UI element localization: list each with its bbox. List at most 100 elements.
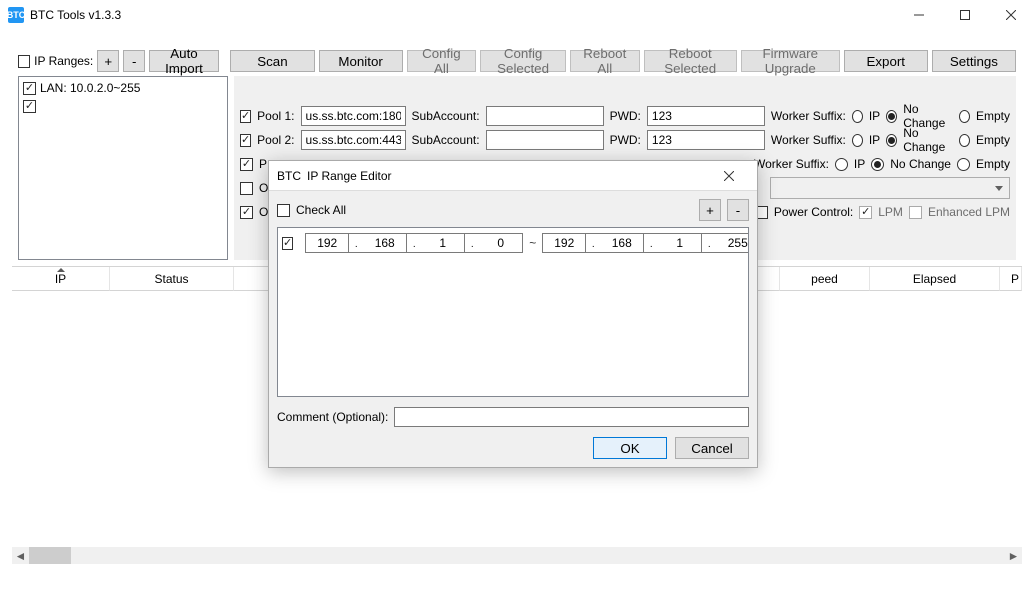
scroll-thumb[interactable] xyxy=(29,547,71,564)
range-separator: ~ xyxy=(529,236,536,250)
col-speed[interactable]: peed xyxy=(780,267,870,291)
pool1-checkbox[interactable] xyxy=(240,110,251,123)
auto-import-button[interactable]: Auto Import xyxy=(149,50,218,72)
col-status[interactable]: Status xyxy=(110,267,234,291)
ip-ranges-checkbox[interactable] xyxy=(18,55,30,68)
config-selected-button[interactable]: Config Selected xyxy=(480,50,566,72)
pool1-suffix-nochange-radio[interactable] xyxy=(886,110,897,123)
ip-range-checkbox[interactable] xyxy=(23,82,36,95)
scan-button[interactable]: Scan xyxy=(230,50,314,72)
range-list[interactable]: . . . ~ . . . xyxy=(277,227,749,397)
app-icon: BTC xyxy=(8,7,24,23)
pool1-url-input[interactable] xyxy=(301,106,406,126)
ip-ranges-label: IP Ranges: xyxy=(34,54,93,68)
ip-to-octet2[interactable] xyxy=(600,233,644,253)
app-title: BTC Tools v1.3.3 xyxy=(30,8,896,22)
chevron-down-icon xyxy=(995,186,1003,191)
dialog-toolbar: Check All + - xyxy=(277,199,749,221)
power-control-label: Power Control: xyxy=(774,205,853,219)
pool3-suffix-ip-radio[interactable] xyxy=(835,158,848,171)
reboot-all-button[interactable]: Reboot All xyxy=(570,50,639,72)
pool3-checkbox[interactable] xyxy=(240,158,253,171)
pool1-pwd-label: PWD: xyxy=(610,109,641,123)
config-all-button[interactable]: Config All xyxy=(407,50,476,72)
remove-range-button[interactable]: - xyxy=(123,50,145,72)
minimize-button[interactable] xyxy=(896,0,942,30)
pool2-suffix-empty-radio[interactable] xyxy=(959,134,970,147)
dot-icon: . xyxy=(465,233,479,253)
comment-input[interactable] xyxy=(394,407,749,427)
ip-to-octet1[interactable] xyxy=(542,233,586,253)
ip-ranges-list[interactable]: LAN: 10.0.2.0~255 xyxy=(18,76,228,260)
ip-from-group: . . . xyxy=(305,233,523,253)
scroll-left-icon[interactable]: ◄ xyxy=(12,547,29,564)
pool2-pwd-input[interactable] xyxy=(647,130,765,150)
ip-range-checkbox[interactable] xyxy=(23,100,36,113)
radio-label: No Change xyxy=(903,126,953,154)
pool2-suffix-ip-radio[interactable] xyxy=(852,134,863,147)
range-row: . . . ~ . . . xyxy=(282,232,744,254)
export-button[interactable]: Export xyxy=(844,50,928,72)
other-checkbox[interactable] xyxy=(240,206,253,219)
firmware-upgrade-button[interactable]: Firmware Upgrade xyxy=(741,50,840,72)
maximize-button[interactable] xyxy=(942,0,988,30)
col-ip[interactable]: IP xyxy=(12,267,110,291)
dialog-title: IP Range Editor xyxy=(307,169,392,183)
reboot-selected-button[interactable]: Reboot Selected xyxy=(644,50,737,72)
scroll-right-icon[interactable]: ► xyxy=(1005,547,1022,564)
dialog-close-button[interactable] xyxy=(709,161,749,191)
ip-from-octet1[interactable] xyxy=(305,233,349,253)
check-all-checkbox[interactable] xyxy=(277,204,290,217)
comment-label: Comment (Optional): xyxy=(277,410,388,424)
toolbar: IP Ranges: + - Auto Import Scan Monitor … xyxy=(0,46,1034,76)
pool2-url-input[interactable] xyxy=(301,130,406,150)
dialog-add-button[interactable]: + xyxy=(699,199,721,221)
dialog-title-bar[interactable]: BTC IP Range Editor xyxy=(269,161,757,191)
overclock-dropdown[interactable] xyxy=(770,177,1010,199)
scroll-track[interactable] xyxy=(71,547,1005,564)
radio-label: IP xyxy=(854,157,865,171)
ip-from-octet3[interactable] xyxy=(421,233,465,253)
cancel-button[interactable]: Cancel xyxy=(675,437,749,459)
overclock-checkbox[interactable] xyxy=(240,182,253,195)
pool3-suffix-nochange-radio[interactable] xyxy=(871,158,884,171)
ip-to-group: . . . xyxy=(542,233,749,253)
range-checkbox[interactable] xyxy=(282,237,293,250)
radio-label: IP xyxy=(869,109,880,123)
title-bar: BTC BTC Tools v1.3.3 xyxy=(0,0,1034,30)
dot-icon: . xyxy=(407,233,421,253)
close-button[interactable] xyxy=(988,0,1034,30)
radio-label: Empty xyxy=(976,133,1010,147)
pool1-subaccount-input[interactable] xyxy=(486,106,604,126)
monitor-button[interactable]: Monitor xyxy=(319,50,403,72)
pool3-label: P xyxy=(259,157,267,171)
pool1-suffix-label: Worker Suffix: xyxy=(771,109,846,123)
lpm-checkbox[interactable] xyxy=(859,206,872,219)
pool-row-1: Pool 1: SubAccount: PWD: Worker Suffix: … xyxy=(234,104,1016,128)
elpm-checkbox[interactable] xyxy=(909,206,922,219)
col-p[interactable]: P xyxy=(1000,267,1022,291)
add-range-button[interactable]: + xyxy=(97,50,119,72)
pool1-suffix-ip-radio[interactable] xyxy=(852,110,863,123)
ip-from-octet2[interactable] xyxy=(363,233,407,253)
ip-range-editor-dialog: BTC IP Range Editor Check All + - . . . xyxy=(268,160,758,468)
pool2-subaccount-input[interactable] xyxy=(486,130,604,150)
pool2-label: Pool 2: xyxy=(257,133,294,147)
ip-range-item[interactable] xyxy=(23,97,223,115)
pool1-pwd-input[interactable] xyxy=(647,106,765,126)
app-icon: BTC xyxy=(277,169,301,183)
pool3-suffix-empty-radio[interactable] xyxy=(957,158,970,171)
ip-to-octet4[interactable] xyxy=(716,233,749,253)
horizontal-scrollbar[interactable]: ◄ ► xyxy=(12,547,1022,564)
dialog-footer: OK Cancel xyxy=(277,427,749,459)
ip-range-item[interactable]: LAN: 10.0.2.0~255 xyxy=(23,79,223,97)
settings-button[interactable]: Settings xyxy=(932,50,1016,72)
pool2-checkbox[interactable] xyxy=(240,134,251,147)
col-elapsed[interactable]: Elapsed xyxy=(870,267,1000,291)
dialog-remove-button[interactable]: - xyxy=(727,199,749,221)
pool1-suffix-empty-radio[interactable] xyxy=(959,110,970,123)
ip-to-octet3[interactable] xyxy=(658,233,702,253)
pool2-suffix-nochange-radio[interactable] xyxy=(886,134,897,147)
ip-from-octet4[interactable] xyxy=(479,233,523,253)
ok-button[interactable]: OK xyxy=(593,437,667,459)
